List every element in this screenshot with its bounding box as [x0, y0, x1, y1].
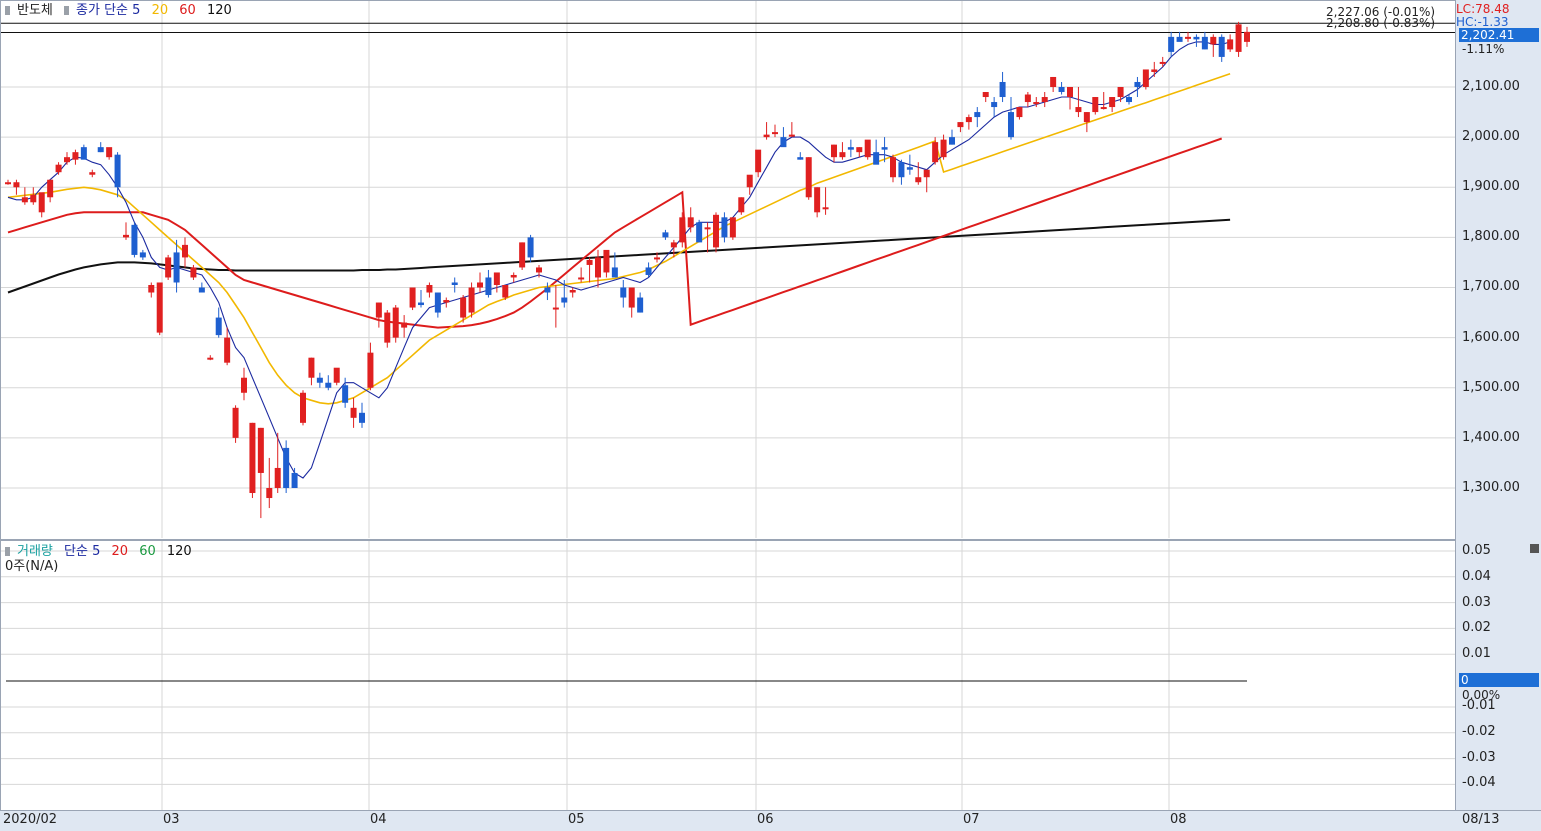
volume-y-tick: 0.02 [1462, 620, 1491, 635]
price-y-tick: 2,100.00 [1462, 79, 1520, 94]
ma60-label: 60 [179, 3, 196, 18]
ma20-label: 20 [151, 3, 169, 18]
x-axis-tick: 2020/02 [3, 812, 58, 827]
volume-zero-tag: 0 [1459, 673, 1539, 687]
volume-handle-icon[interactable] [5, 547, 10, 556]
price-y-tick: 1,400.00 [1462, 429, 1520, 445]
volume-legend: 거래량 단순 5 20 60 120 [5, 544, 199, 559]
volume-status: 0주(N/A) [5, 559, 59, 574]
volume-y-tick: 0.03 [1462, 595, 1491, 610]
price-y-tick: 1,500.00 [1462, 379, 1520, 395]
volume-zero-pct: 0.00% [1462, 688, 1501, 702]
x-axis-tick: 06 [757, 812, 774, 827]
stock-chart-window: 반도체 종가 단순 5 20 60 120 거래량 단순 5 20 60 120… [0, 0, 1541, 831]
volume-y-tick: -0.04 [1462, 775, 1496, 790]
volume-ma-label[interactable]: 단순 5 [64, 544, 100, 559]
panel-handle-icon[interactable] [5, 6, 10, 15]
price-y-tick: 1,600.00 [1462, 329, 1520, 345]
x-axis-tick: 05 [568, 812, 585, 827]
volume-panel-border [0, 540, 1456, 811]
volume-title[interactable]: 거래량 [17, 544, 53, 559]
ma-label[interactable]: 종가 단순 5 [76, 3, 140, 18]
lc-label: LC:78.48 [1456, 2, 1510, 16]
x-axis-tick: 08 [1170, 812, 1187, 827]
price-y-tick: 2,000.00 [1462, 129, 1520, 145]
x-axis-tick: 03 [163, 812, 180, 827]
price-legend: 반도체 종가 단순 5 20 60 120 [5, 3, 239, 18]
ref-line-2-label: 2,208.80 (-0.83%) [1326, 16, 1436, 30]
price-y-tick: 1,700.00 [1462, 279, 1520, 295]
volume-ma60-label: 60 [139, 544, 156, 559]
volume-y-tick: 0.01 [1462, 646, 1491, 661]
current-change-label: -1.11% [1462, 42, 1505, 56]
minimize-icon[interactable] [1530, 544, 1539, 553]
volume-y-tick: -0.03 [1462, 750, 1496, 765]
volume-ma20-label: 20 [111, 544, 129, 559]
volume-y-tick: 0.05 [1462, 543, 1491, 558]
x-axis-tick: 07 [963, 812, 980, 827]
symbol-name[interactable]: 반도체 [17, 3, 53, 18]
price-y-tick: 1,300.00 [1462, 479, 1520, 495]
hc-label: HC:-1.33 [1456, 15, 1509, 29]
ma120-label: 120 [206, 3, 232, 18]
volume-y-tick: -0.02 [1462, 724, 1496, 739]
price-panel-border [0, 0, 1456, 540]
price-y-tick: 1,800.00 [1462, 229, 1520, 245]
x-axis-end-label: 08/13 [1462, 812, 1500, 827]
volume-ma120-label: 120 [166, 544, 192, 559]
ma-handle-icon[interactable] [64, 6, 70, 15]
price-y-tick: 1,900.00 [1462, 179, 1520, 195]
volume-y-tick: 0.04 [1462, 569, 1491, 584]
x-axis-tick: 04 [370, 812, 387, 827]
current-price-tag: 2,202.41 [1459, 28, 1539, 42]
